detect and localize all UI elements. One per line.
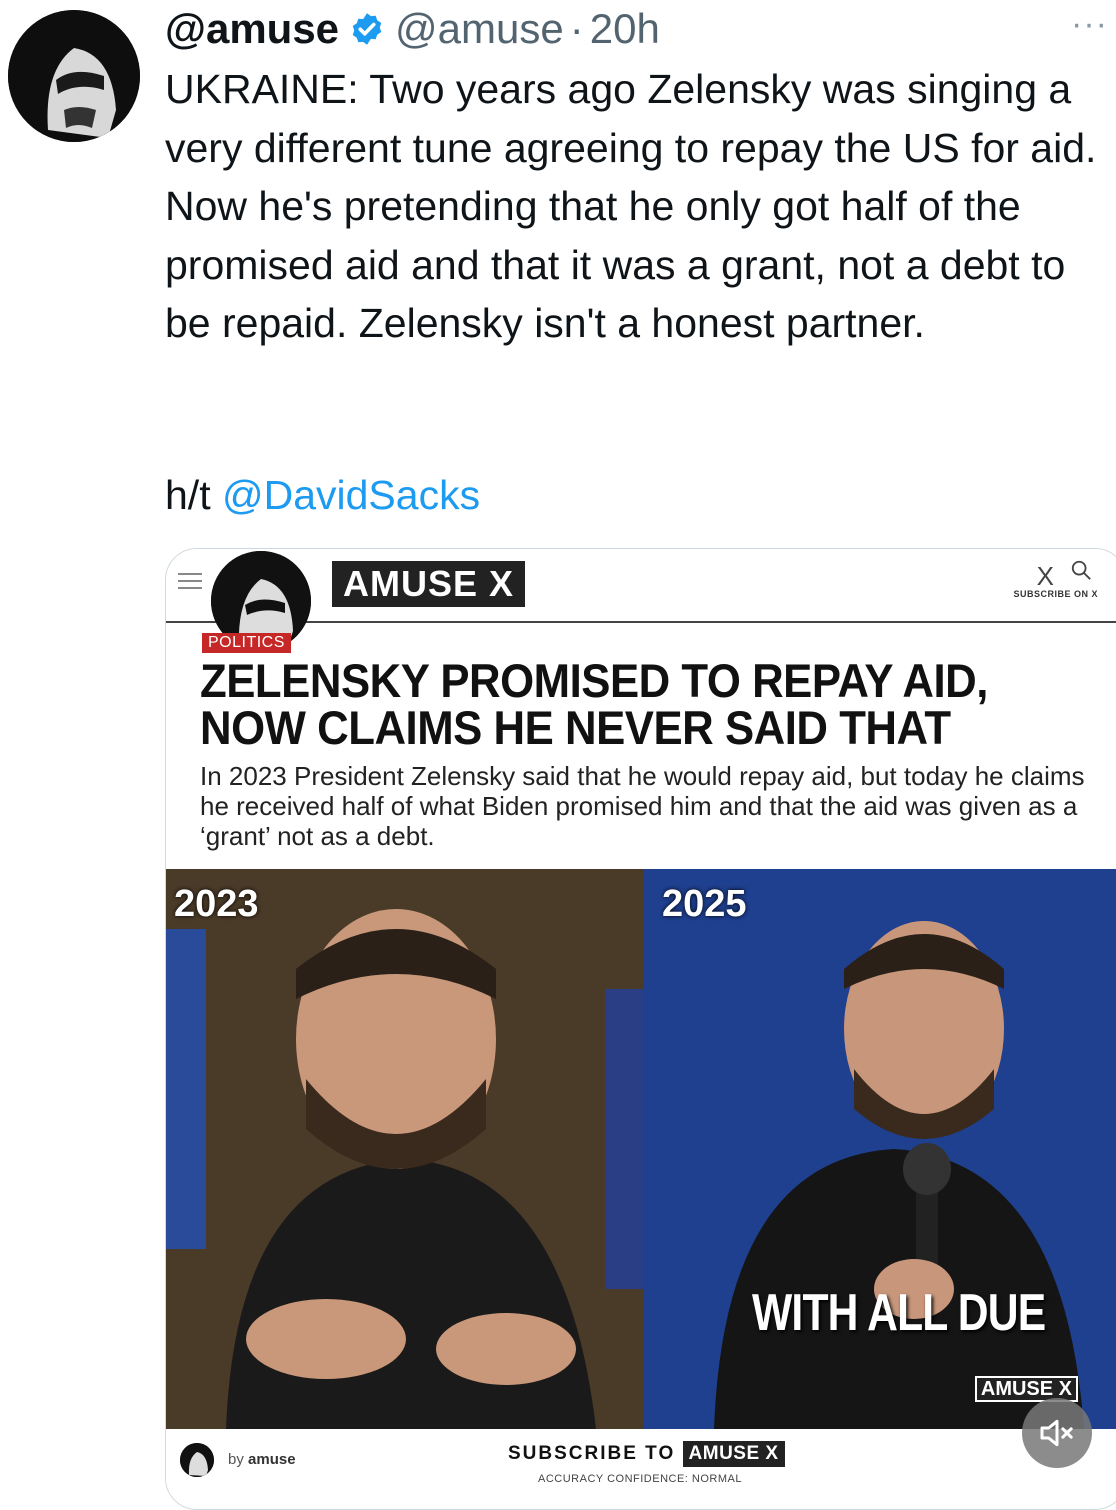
stormtrooper-avatar-image — [8, 10, 140, 142]
category-tag: POLITICS — [202, 633, 291, 653]
photo-2023: 2023 — [166, 869, 644, 1429]
article-lead: In 2023 President Zelensky said that he … — [200, 761, 1085, 851]
tweet-header: @amuse @amuse · 20h — [165, 5, 660, 53]
article-headline: ZELENSKY PROMISED TO REPAY AID, NOW CLAI… — [200, 654, 988, 754]
byline-name: amuse — [248, 1451, 296, 1468]
hamburger-icon — [178, 573, 202, 594]
separator-dot: · — [569, 5, 584, 52]
accuracy-note: ACCURACY CONFIDENCE: NORMAL — [538, 1473, 742, 1485]
subscribe-small-text: SUBSCRIBE ON X — [1013, 589, 1098, 599]
x-logo-icon: X — [1036, 561, 1054, 591]
person-photo-right — [644, 869, 1116, 1429]
site-logo-word: AMUSE — [343, 563, 479, 604]
person-photo-left — [166, 869, 644, 1429]
avatar[interactable] — [8, 10, 140, 142]
hat-tip-prefix: h/t — [165, 472, 222, 518]
subscribe-prefix: SUBSCRIBE TO — [508, 1443, 683, 1464]
subscribe-logo: AMUSE X — [682, 1441, 785, 1467]
byline: by amuse — [228, 1451, 296, 1468]
speaker-muted-icon — [1040, 1419, 1073, 1447]
year-label-left: 2023 — [174, 883, 259, 925]
mention-link[interactable]: @DavidSacks — [222, 472, 480, 518]
hat-tip-line: h/t @DavidSacks — [165, 466, 480, 524]
subscribe-banner: SUBSCRIBE TO AMUSE X — [508, 1441, 785, 1467]
video-caption: WITH ALL DUE — [752, 1284, 1046, 1342]
site-logo-suffix: X — [489, 563, 515, 604]
byline-avatar — [180, 1443, 214, 1477]
mute-button[interactable] — [1022, 1398, 1092, 1468]
byline-prefix: by — [228, 1451, 249, 1468]
search-icon — [1071, 560, 1091, 580]
verified-badge-icon — [352, 13, 382, 45]
card-footer: by amuse SUBSCRIBE TO AMUSE X ACCURACY C… — [166, 1429, 1116, 1509]
more-icon[interactable]: ··· — [1071, 7, 1108, 41]
site-header: AMUSE X X SUBSCRIBE ON X — [166, 549, 1116, 651]
media-card[interactable]: AMUSE X X SUBSCRIBE ON X POLITICS ZELENS… — [165, 548, 1116, 1510]
display-name[interactable]: @amuse — [165, 5, 339, 53]
site-logo-text: AMUSE X — [332, 561, 526, 607]
year-label-right: 2025 — [662, 883, 747, 925]
tweet-text: UKRAINE: Two years ago Zelensky was sing… — [165, 66, 1108, 346]
timestamp[interactable]: 20h — [590, 5, 660, 53]
handle[interactable]: @amuse — [395, 5, 564, 53]
photo-2025: 2025 WITH ALL DUE AMUSE X — [644, 869, 1116, 1429]
